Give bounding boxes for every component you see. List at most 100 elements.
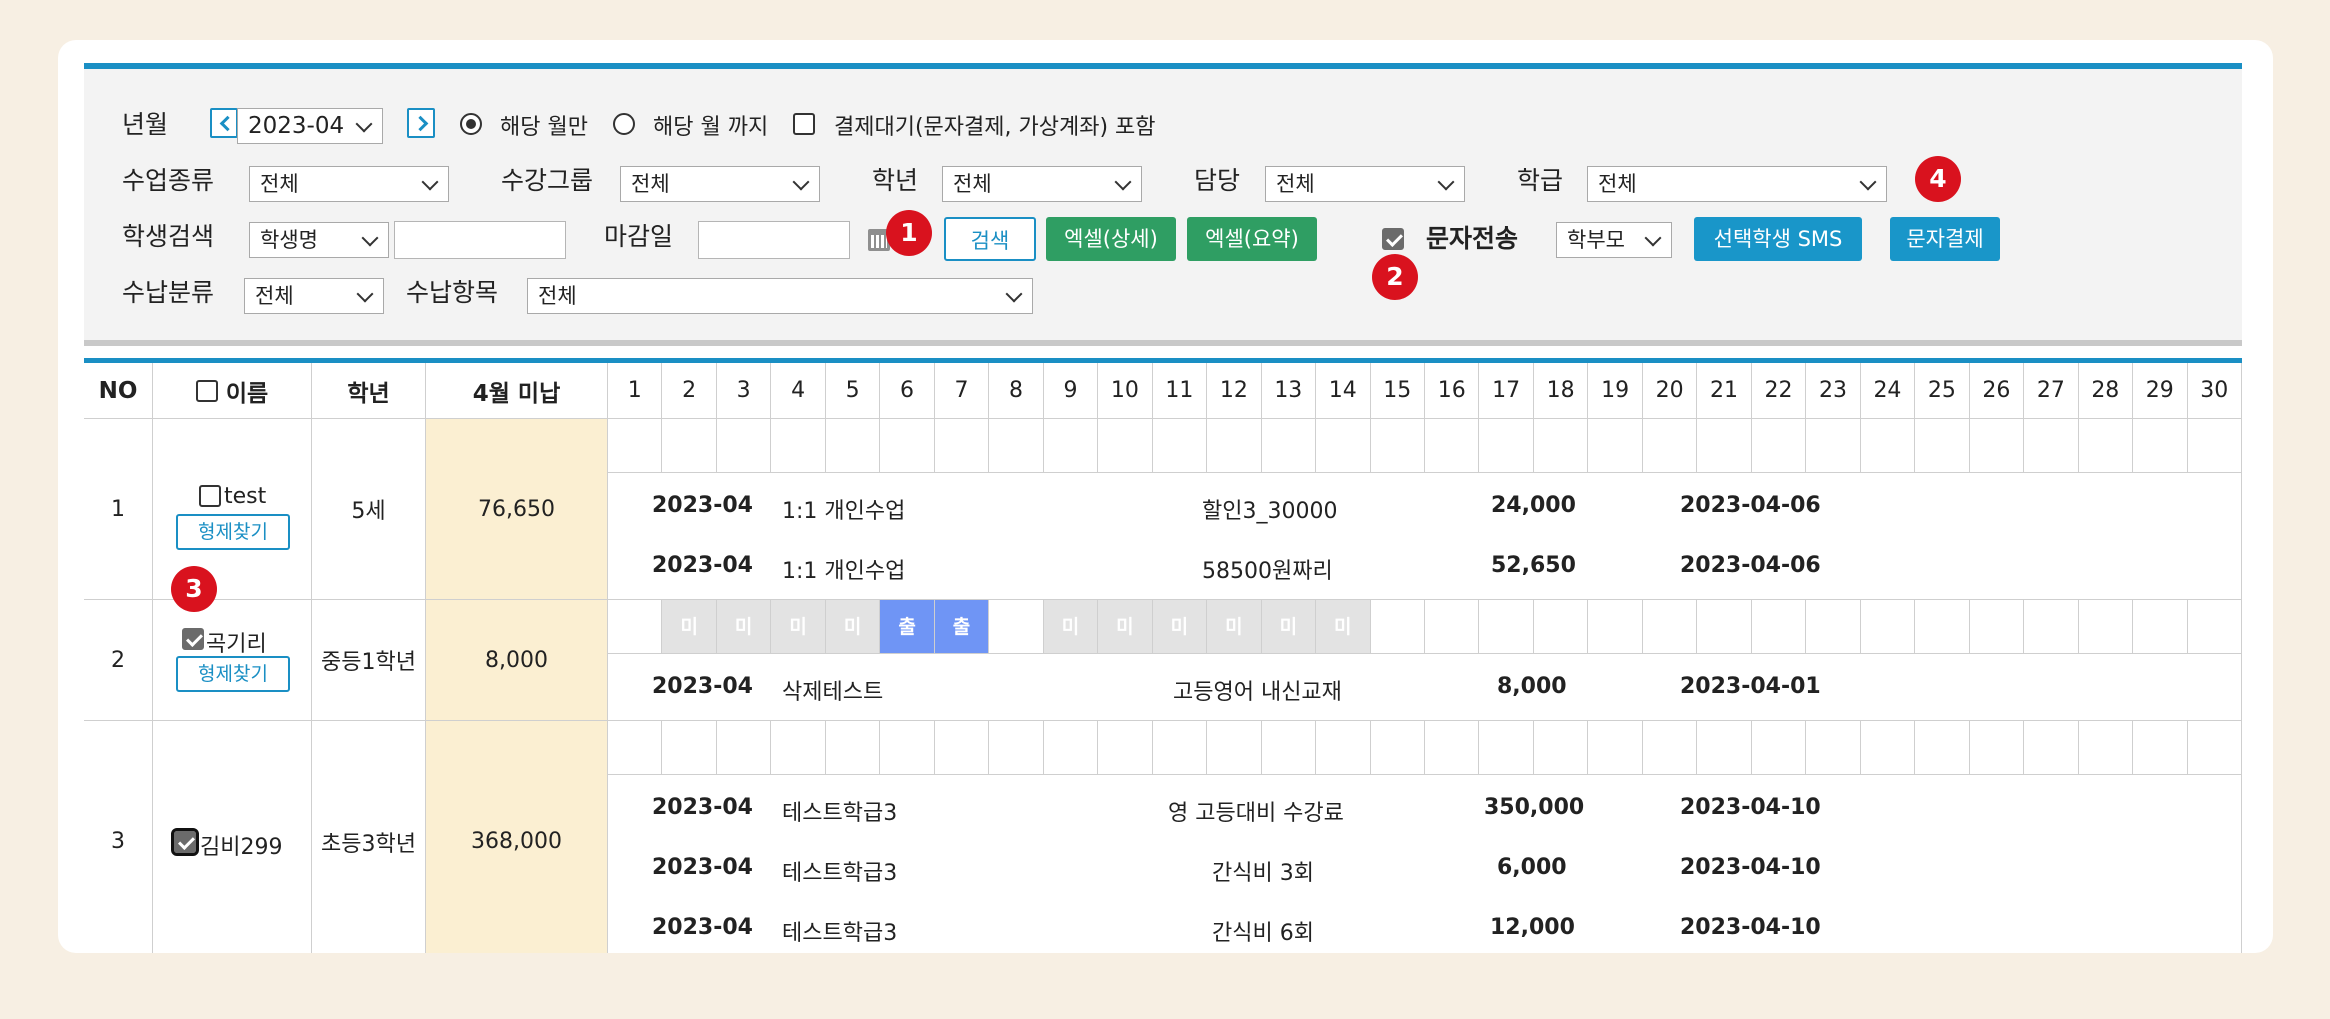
payment-category-select[interactable]: 전체 xyxy=(244,278,384,314)
row3-unpaid: 368,000 xyxy=(426,721,608,953)
row3-no: 3 xyxy=(84,721,153,953)
attendance-cell-day-8 xyxy=(989,721,1044,775)
radio-until-month-label: 해당 월 까지 xyxy=(653,115,769,140)
yearmonth-select[interactable]: 2023-04 xyxy=(237,108,383,144)
row2-detail1-month: 2023-04 xyxy=(652,674,753,699)
day-header-24: 24 xyxy=(1860,363,1916,419)
attendance-cell-day-27 xyxy=(2024,600,2079,654)
deadline-input[interactable] xyxy=(698,221,850,259)
attendance-cell-day-7 xyxy=(934,419,990,473)
prev-month-button[interactable] xyxy=(210,108,238,138)
pending-checkbox[interactable] xyxy=(793,113,815,135)
row1-unpaid: 76,650 xyxy=(426,419,608,600)
excel-detail-button[interactable]: 엑셀(상세) xyxy=(1046,217,1176,261)
day-header-11: 11 xyxy=(1152,363,1208,419)
row3-detail3-course: 테스트학급3 xyxy=(782,921,898,946)
day-header-8: 8 xyxy=(989,363,1044,419)
attendance-cell-day-8 xyxy=(989,600,1044,654)
attendance-cell-day-27 xyxy=(2024,721,2079,775)
yearmonth-value: 2023-04 xyxy=(248,113,345,139)
excel-summary-button[interactable]: 엑셀(요약) xyxy=(1187,217,1317,261)
attendance-cell-day-24 xyxy=(1860,600,1916,654)
chevron-down-icon xyxy=(361,229,379,247)
attendance-cell-day-12 xyxy=(1207,419,1262,473)
day-header-5: 5 xyxy=(825,363,881,419)
payment-item-select[interactable]: 전체 xyxy=(527,278,1033,314)
attendance-cell-day-25 xyxy=(1915,721,1970,775)
chevron-down-icon xyxy=(421,173,439,191)
next-month-button[interactable] xyxy=(407,108,435,138)
attendance-cell-day-30 xyxy=(2187,600,2242,654)
class-type-select[interactable]: 전체 xyxy=(249,166,449,202)
attendance-cell-day-11 xyxy=(1152,419,1208,473)
row1-detail2-course: 1:1 개인수업 xyxy=(782,559,906,584)
radio-month-only[interactable] xyxy=(460,113,482,135)
row3-detail2-date: 2023-04-10 xyxy=(1680,855,1821,880)
grade-value: 전체 xyxy=(953,172,992,196)
attendance-cell-day-20 xyxy=(1642,600,1698,654)
manager-select[interactable]: 전체 xyxy=(1265,166,1465,202)
sms-payment-button[interactable]: 문자결제 xyxy=(1890,217,2000,261)
attendance-cell-day-21 xyxy=(1697,721,1752,775)
row3-detail2-course: 테스트학급3 xyxy=(782,861,898,886)
attendance-cell-day-15 xyxy=(1370,419,1425,473)
day-header-16: 16 xyxy=(1425,363,1480,419)
row1-sibling-button[interactable]: 형제찾기 xyxy=(176,514,290,550)
day-header-20: 20 xyxy=(1642,363,1698,419)
student-search-type-select[interactable]: 학생명 xyxy=(249,222,389,258)
row2-detail1-course: 삭제테스트 xyxy=(782,680,884,705)
manager-label: 담당 xyxy=(1194,166,1241,195)
attendance-cell-day-28 xyxy=(2078,721,2134,775)
row2-checkbox[interactable] xyxy=(182,628,204,650)
row1-checkbox[interactable] xyxy=(199,485,221,507)
attendance-cell-day-2: 미 xyxy=(662,600,717,654)
day-header-27: 27 xyxy=(2024,363,2079,419)
attendance-cell-day-3: 미 xyxy=(716,600,772,654)
sms-checkbox[interactable] xyxy=(1382,228,1404,250)
attendance-cell-day-19 xyxy=(1588,600,1643,654)
row1-no: 1 xyxy=(84,419,153,600)
select-all-checkbox[interactable] xyxy=(195,379,218,402)
chevron-left-icon xyxy=(219,115,236,132)
pending-label: 결제대기(문자결제, 가상계좌) 포함 xyxy=(834,115,1156,140)
course-group-select[interactable]: 전체 xyxy=(620,166,820,202)
attendance-cell-day-5: 미 xyxy=(825,600,881,654)
payment-item-label: 수납항목 xyxy=(406,278,499,307)
row3-name: 김비299 xyxy=(200,835,283,860)
attendance-cell-day-11: 미 xyxy=(1152,600,1208,654)
attendance-cell-day-26 xyxy=(1969,419,2025,473)
day-header-1: 1 xyxy=(608,363,663,419)
class-value: 전체 xyxy=(1598,172,1637,196)
row1-detail1-item: 할인3_30000 xyxy=(1202,499,1338,524)
sms-target-select[interactable]: 학부모 xyxy=(1556,222,1672,258)
row3-detail1-item: 영 고등대비 수강료 xyxy=(1168,801,1344,826)
header-name: 이름 xyxy=(153,363,312,419)
attendance-cell-day-27 xyxy=(2024,419,2079,473)
attendance-cell-day-22 xyxy=(1751,721,1807,775)
row3-detail2-amount: 6,000 xyxy=(1497,855,1567,880)
attendance-cell-day-30 xyxy=(2187,419,2242,473)
row2-grade: 중등1학년 xyxy=(312,600,426,721)
class-label: 학급 xyxy=(1517,166,1564,195)
student-search-label: 학생검색 xyxy=(122,222,215,251)
attendance-cell-day-24 xyxy=(1860,721,1916,775)
row2-sibling-button[interactable]: 형제찾기 xyxy=(176,656,290,692)
attendance-cell-day-3 xyxy=(716,721,772,775)
grade-select[interactable]: 전체 xyxy=(942,166,1142,202)
day-header-14: 14 xyxy=(1316,363,1371,419)
attendance-cell-day-13 xyxy=(1261,721,1317,775)
header-name-label: 이름 xyxy=(225,380,269,407)
course-group-value: 전체 xyxy=(631,172,670,196)
radio-until-month[interactable] xyxy=(613,113,635,135)
row2-unpaid: 8,000 xyxy=(426,600,608,721)
payment-item-value: 전체 xyxy=(538,284,577,308)
class-select[interactable]: 전체 xyxy=(1587,166,1887,202)
student-search-input[interactable] xyxy=(394,221,566,259)
row3-checkbox[interactable] xyxy=(171,828,199,856)
day-header-4: 4 xyxy=(771,363,826,419)
search-button[interactable]: 검색 xyxy=(944,217,1036,261)
day-header-9: 9 xyxy=(1043,363,1099,419)
student-search-type-value: 학생명 xyxy=(260,228,318,252)
selected-student-sms-button[interactable]: 선택학생 SMS xyxy=(1694,217,1862,261)
attendance-cell-day-13: 미 xyxy=(1261,600,1317,654)
